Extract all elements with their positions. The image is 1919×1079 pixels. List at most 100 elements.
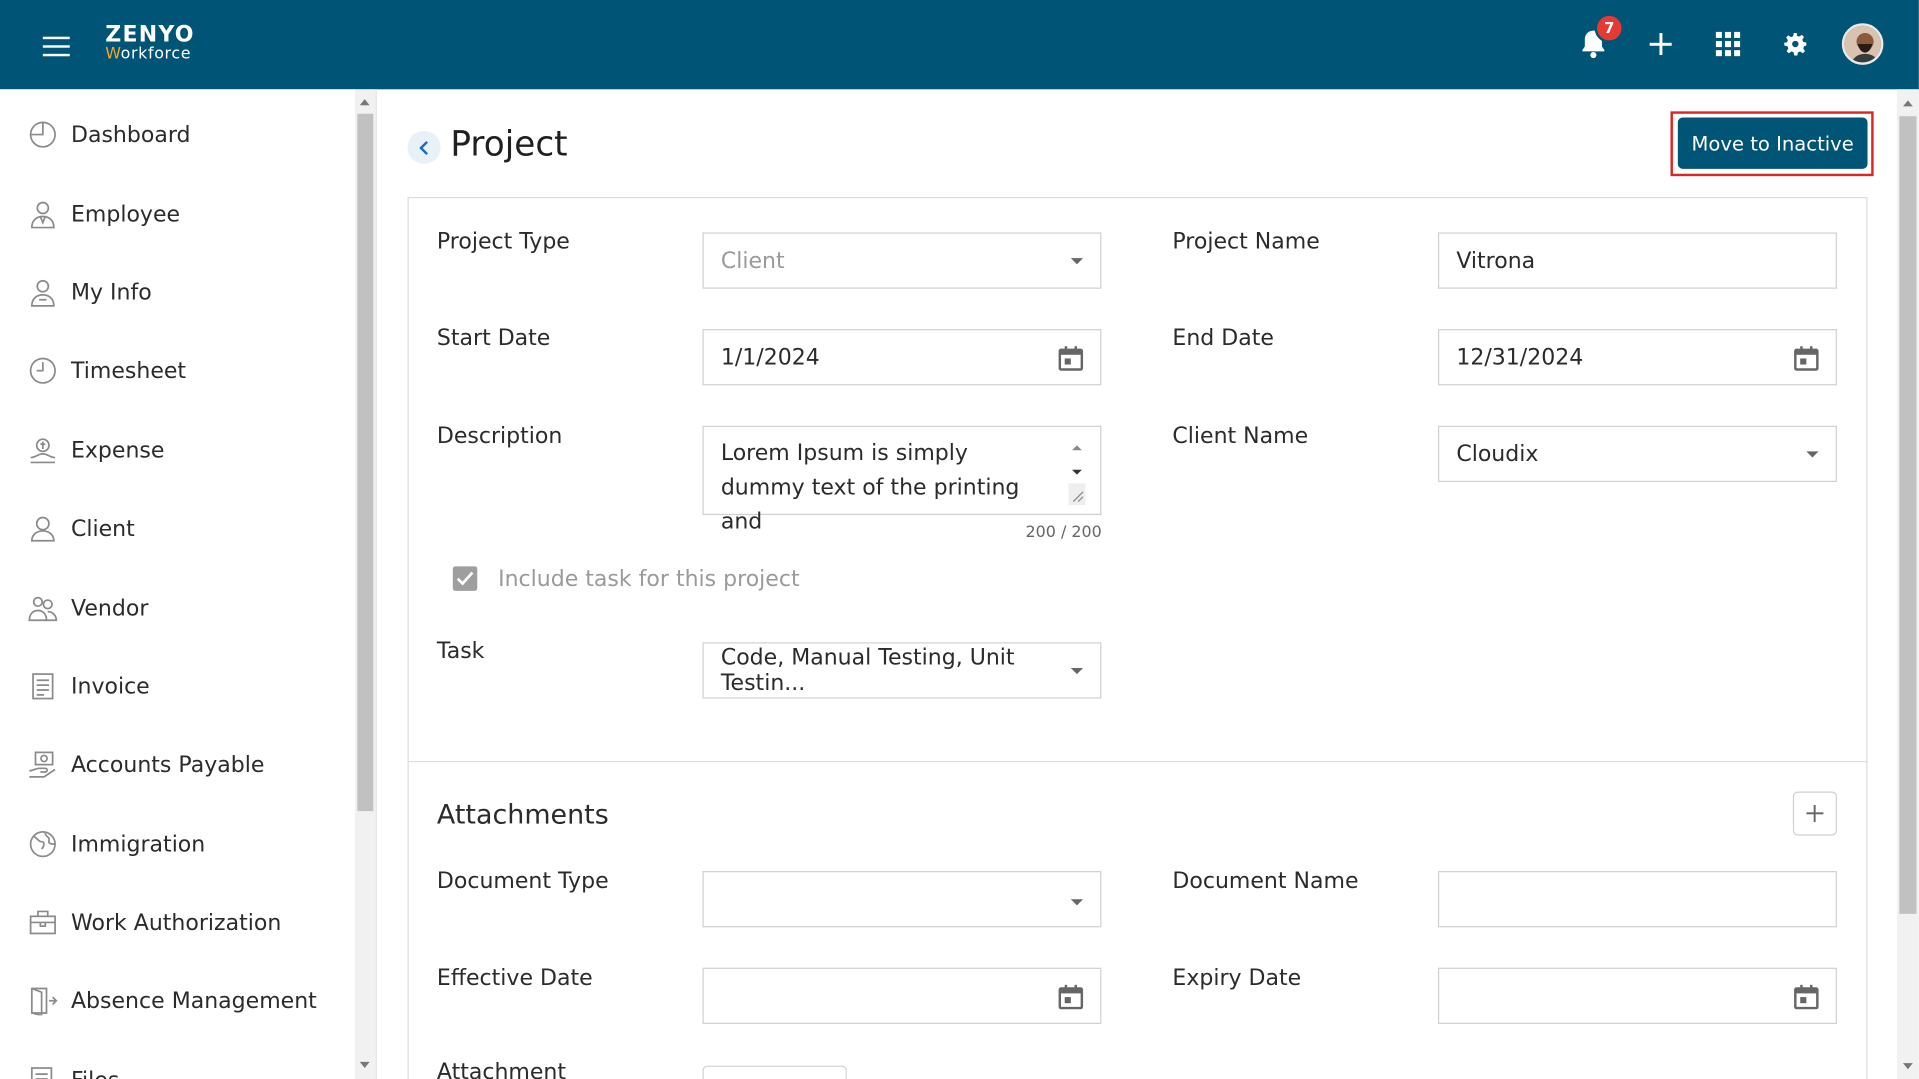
expiry-date-input[interactable] xyxy=(1437,967,1837,1024)
accounts-payable-icon xyxy=(27,749,59,781)
start-date-value: 1/1/2024 xyxy=(720,344,820,371)
expense-icon xyxy=(27,434,59,466)
calendar-icon[interactable] xyxy=(1057,345,1084,372)
sidebar-item-label: Client xyxy=(70,515,135,542)
chevron-down-icon xyxy=(1070,899,1084,906)
logo-w: W xyxy=(105,45,121,64)
document-type-select[interactable] xyxy=(702,871,1102,928)
sidebar-scrollbar[interactable] xyxy=(354,89,377,1079)
gear-icon[interactable] xyxy=(1778,27,1812,61)
apps-grid-icon[interactable] xyxy=(1711,27,1745,61)
chevron-down-icon xyxy=(1070,258,1084,265)
notification-badge: 7 xyxy=(1594,13,1624,43)
sidebar-scrollbar-thumb[interactable] xyxy=(357,113,374,812)
sidebar-item-label: Expense xyxy=(70,437,165,464)
sidebar-item-label: Work Authorization xyxy=(70,909,282,936)
vendor-icon xyxy=(27,592,59,624)
textarea-scrollbar[interactable] xyxy=(1068,437,1086,506)
calendar-icon[interactable] xyxy=(1793,984,1820,1011)
attachments-title: Attachments xyxy=(436,800,609,831)
effective-date-label: Effective Date xyxy=(436,965,593,991)
sidebar-item-dashboard[interactable]: Dashboard xyxy=(27,116,191,153)
scroll-up-arrow-icon[interactable] xyxy=(359,99,370,106)
clock-icon xyxy=(27,355,59,387)
hamburger-menu-icon[interactable] xyxy=(42,36,70,59)
sidebar-item-immigration[interactable]: Immigration xyxy=(27,826,205,863)
add-attachment-button[interactable] xyxy=(1792,791,1837,836)
main-scrollbar[interactable] xyxy=(1896,89,1919,1079)
task-value: Code, Manual Testing, Unit Testin... xyxy=(720,644,1015,697)
sidebar-item-label: Files xyxy=(71,1067,119,1079)
task-label: Task xyxy=(436,638,485,665)
employee-icon xyxy=(27,198,59,230)
client-name-value: Cloudix xyxy=(1456,441,1539,467)
sidebar-item-label: Immigration xyxy=(70,831,206,857)
section-divider xyxy=(407,760,1868,763)
chevron-left-icon xyxy=(418,140,428,155)
effective-date-input[interactable] xyxy=(702,967,1102,1024)
document-name-input[interactable] xyxy=(1437,871,1837,928)
sidebar-item-accounts-payable[interactable]: Accounts Payable xyxy=(27,746,264,783)
sidebar: Dashboard Employee My Info Timesheet Exp… xyxy=(0,89,355,1079)
project-name-value: Vitrona xyxy=(1456,247,1536,274)
client-name-select[interactable]: Cloudix xyxy=(1437,425,1837,483)
person-icon xyxy=(27,513,59,545)
move-to-inactive-button[interactable]: Move to Inactive xyxy=(1677,117,1868,169)
description-label: Description xyxy=(436,423,563,449)
description-textarea[interactable]: Lorem Ipsum is simply dummy text of the … xyxy=(702,425,1102,535)
sidebar-item-my-info[interactable]: My Info xyxy=(27,274,152,311)
sidebar-item-label: Invoice xyxy=(70,673,150,700)
sidebar-item-client[interactable]: Client xyxy=(27,510,135,547)
sidebar-item-label: My Info xyxy=(70,279,152,306)
task-select[interactable]: Code, Manual Testing, Unit Testin... xyxy=(702,642,1102,699)
sidebar-item-timesheet[interactable]: Timesheet xyxy=(27,352,186,389)
sidebar-item-label: Timesheet xyxy=(70,357,187,384)
attachment-upload-box[interactable] xyxy=(702,1065,847,1079)
logo-text: ZENYO xyxy=(105,22,195,48)
document-type-label: Document Type xyxy=(436,868,609,895)
scroll-down-arrow-icon[interactable] xyxy=(359,1061,370,1069)
sidebar-item-label: Absence Management xyxy=(70,987,317,1014)
end-date-value: 12/31/2024 xyxy=(1456,344,1584,371)
chevron-down-icon xyxy=(1070,667,1084,675)
sidebar-item-vendor[interactable]: Vendor xyxy=(27,590,148,627)
expiry-date-label: Expiry Date xyxy=(1172,965,1302,991)
sidebar-item-invoice[interactable]: Invoice xyxy=(27,668,150,705)
calendar-icon[interactable] xyxy=(1057,984,1084,1011)
avatar[interactable] xyxy=(1841,23,1884,65)
checkmark-icon xyxy=(456,571,474,586)
plus-icon[interactable] xyxy=(1644,27,1678,61)
end-date-input[interactable]: 12/31/2024 xyxy=(1437,329,1837,386)
attachment-label: Attachment xyxy=(436,1059,567,1079)
files-icon xyxy=(27,1064,59,1079)
page-title: Project xyxy=(450,123,568,164)
calendar-icon[interactable] xyxy=(1793,345,1820,372)
main-scrollbar-thumb[interactable] xyxy=(1899,116,1917,914)
sidebar-item-label: Employee xyxy=(70,201,181,227)
project-name-input[interactable]: Vitrona xyxy=(1437,232,1837,289)
sidebar-item-employee[interactable]: Employee xyxy=(27,196,180,233)
include-task-checkbox[interactable] xyxy=(452,566,478,591)
dashboard-icon xyxy=(27,119,59,151)
scroll-up-arrow-icon[interactable] xyxy=(1903,100,1913,107)
sidebar-item-work-authorization[interactable]: Work Authorization xyxy=(27,904,281,941)
logo-subtext: orkforce xyxy=(120,45,192,64)
chevron-down-icon xyxy=(1806,451,1819,458)
sidebar-item-files[interactable]: Files xyxy=(27,1062,119,1079)
project-type-label: Project Type xyxy=(436,228,570,255)
sidebar-item-expense[interactable]: Expense xyxy=(27,432,165,469)
briefcase-icon xyxy=(27,907,59,939)
scroll-down-arrow-icon[interactable] xyxy=(1903,1063,1913,1070)
client-name-label: Client Name xyxy=(1172,423,1309,449)
sidebar-item-label: Dashboard xyxy=(70,121,191,148)
sidebar-item-absence-management[interactable]: Absence Management xyxy=(27,982,317,1019)
end-date-label: End Date xyxy=(1172,325,1274,352)
project-type-select[interactable]: Client xyxy=(702,232,1102,289)
sidebar-item-label: Vendor xyxy=(70,595,149,621)
my-info-icon xyxy=(27,276,59,308)
start-date-label: Start Date xyxy=(436,325,551,352)
logo[interactable]: ZENYO Workforce xyxy=(105,22,195,64)
start-date-input[interactable]: 1/1/2024 xyxy=(702,329,1102,386)
include-task-label: Include task for this project xyxy=(498,566,800,593)
back-button[interactable] xyxy=(407,130,441,164)
